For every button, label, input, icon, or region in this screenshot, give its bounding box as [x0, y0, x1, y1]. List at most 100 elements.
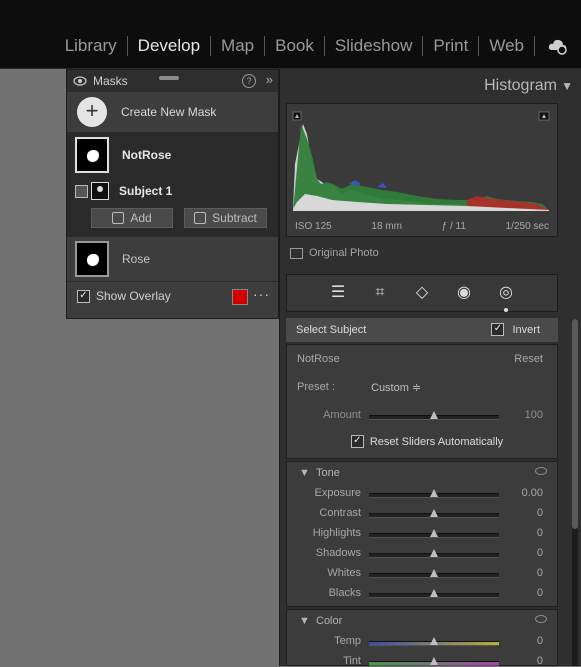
- slider-thumb[interactable]: [430, 549, 438, 557]
- slider-thumb[interactable]: [430, 569, 438, 577]
- edit-sliders-icon[interactable]: ☰: [328, 283, 348, 303]
- slider-label: Blacks: [328, 587, 361, 599]
- add-button[interactable]: Add: [91, 208, 173, 228]
- slider-value[interactable]: 0: [537, 507, 543, 519]
- show-overlay-row: ✓ Show Overlay ···: [67, 282, 278, 310]
- slider-track[interactable]: [369, 589, 499, 598]
- color-section-title[interactable]: ▼ Color: [299, 615, 342, 627]
- overlay-color-swatch[interactable]: [232, 289, 248, 305]
- slider-value[interactable]: 0: [537, 635, 543, 647]
- more-options-icon[interactable]: ···: [253, 286, 270, 302]
- component-toggle-icon[interactable]: [75, 184, 88, 198]
- slider-track[interactable]: [369, 569, 499, 578]
- slider-track[interactable]: [369, 657, 499, 666]
- slider-value[interactable]: 0: [537, 527, 543, 539]
- histogram-graph[interactable]: ISO 125 18 mm ƒ / 11 1/250 sec: [286, 103, 558, 237]
- subtract-button[interactable]: Subtract: [184, 208, 267, 228]
- subtract-label: Subtract: [212, 211, 257, 225]
- add-mask-icon: [112, 212, 125, 224]
- slider-value[interactable]: 0: [537, 567, 543, 579]
- reset-sliders-label: Reset Sliders Automatically: [369, 435, 504, 448]
- slider-label: Contrast: [319, 507, 361, 519]
- slider-thumb[interactable]: [430, 657, 438, 665]
- healing-eraser-icon[interactable]: ◇: [412, 283, 432, 303]
- select-subject-label: Select Subject: [296, 324, 367, 336]
- mask-group-notrose[interactable]: NotRose Subject 1 Add Subtract: [67, 133, 278, 237]
- slider-thumb[interactable]: [430, 411, 438, 419]
- red-eye-icon[interactable]: ◉: [454, 283, 474, 303]
- color-section: ▼ Color Temp 0 Tint 0: [286, 609, 558, 667]
- module-slideshow[interactable]: Slideshow: [325, 32, 423, 60]
- add-label: Add: [130, 211, 152, 225]
- slider-thumb[interactable]: [430, 529, 438, 537]
- right-panel: Histogram ▼ ISO 125 18 mm ƒ / 11 1/250 s…: [279, 69, 581, 667]
- collapse-icon[interactable]: »: [266, 72, 273, 87]
- help-icon[interactable]: ?: [242, 74, 256, 88]
- tone-title: Tone: [316, 467, 340, 479]
- amount-slider[interactable]: [369, 411, 499, 420]
- slider-value[interactable]: 0: [537, 547, 543, 559]
- plus-icon[interactable]: +: [77, 97, 107, 127]
- tone-section-title[interactable]: ▼ Tone: [299, 467, 340, 479]
- invert-toggle[interactable]: ✓ Invert: [491, 323, 540, 336]
- module-develop[interactable]: Develop: [128, 32, 210, 60]
- slider-thumb[interactable]: [430, 509, 438, 517]
- module-map[interactable]: Map: [211, 32, 264, 60]
- reset-sliders-checkbox[interactable]: ✓: [350, 435, 364, 448]
- show-overlay-checkbox[interactable]: ✓: [77, 289, 90, 303]
- masking-icon[interactable]: ◎: [496, 283, 516, 312]
- eye-icon[interactable]: [73, 76, 87, 86]
- module-print[interactable]: Print: [423, 32, 478, 60]
- mask-thumbnail[interactable]: [75, 241, 109, 277]
- mask-name-label: NotRose: [297, 353, 340, 365]
- select-subject-bar[interactable]: Select Subject ✓ Invert: [286, 318, 558, 342]
- slider-track[interactable]: [369, 509, 499, 518]
- slider-label: Highlights: [312, 527, 361, 539]
- slider-label: Whites: [327, 567, 361, 579]
- preset-dropdown[interactable]: Custom ≑: [371, 381, 421, 394]
- histogram-title[interactable]: Histogram: [484, 77, 557, 95]
- masks-panel-header[interactable]: Masks ? »: [67, 70, 278, 92]
- module-library[interactable]: Library: [55, 32, 127, 60]
- invert-checkbox[interactable]: ✓: [491, 323, 505, 336]
- mask-thumbnail[interactable]: [75, 137, 109, 173]
- reset-button[interactable]: Reset: [514, 353, 543, 365]
- drag-handle[interactable]: [159, 76, 179, 80]
- color-title: Color: [316, 615, 343, 627]
- amount-value[interactable]: 100: [525, 409, 543, 421]
- slider-label: Shadows: [315, 547, 361, 559]
- module-web[interactable]: Web: [479, 32, 534, 60]
- amount-label: Amount: [323, 409, 361, 421]
- eye-icon[interactable]: [535, 615, 547, 623]
- scrollbar-thumb[interactable]: [572, 319, 578, 529]
- mask-name: NotRose: [122, 148, 172, 162]
- tool-strip: ☰ ⌗ ◇ ◉ ◎: [286, 274, 558, 312]
- subject-component-row[interactable]: Subject 1: [75, 180, 172, 202]
- slider-track[interactable]: [369, 637, 499, 646]
- slider-track[interactable]: [369, 529, 499, 538]
- slider-track[interactable]: [369, 549, 499, 558]
- create-new-mask-row[interactable]: + Create New Mask: [67, 92, 278, 133]
- slider-value[interactable]: 0: [537, 655, 543, 667]
- slider-track[interactable]: [369, 489, 499, 498]
- panel-scrollbar[interactable]: [572, 319, 578, 666]
- slider-thumb[interactable]: [430, 589, 438, 597]
- cloud-sync-icon[interactable]: [547, 35, 569, 57]
- slider-label: Exposure: [314, 487, 361, 499]
- original-photo-label: Original Photo: [309, 247, 379, 259]
- original-photo-toggle[interactable]: Original Photo: [290, 247, 379, 259]
- mask-properties: NotRose Reset Preset : Custom ≑ Amount 1…: [286, 344, 558, 459]
- mask-group-rose[interactable]: Rose: [67, 237, 278, 282]
- slider-value[interactable]: 0.00: [522, 487, 543, 499]
- module-book[interactable]: Book: [265, 32, 324, 60]
- original-photo-checkbox[interactable]: [290, 247, 303, 259]
- slider-thumb[interactable]: [430, 489, 438, 497]
- slider-thumb[interactable]: [430, 637, 438, 645]
- module-picker-bar: Library Develop Map Book Slideshow Print…: [0, 0, 581, 69]
- slider-value[interactable]: 0: [537, 587, 543, 599]
- crop-icon[interactable]: ⌗: [370, 283, 390, 303]
- slider-label: Temp: [334, 635, 361, 647]
- preset-label: Preset :: [297, 381, 335, 393]
- eye-icon[interactable]: [535, 467, 547, 475]
- collapse-triangle-icon[interactable]: ▼: [561, 79, 573, 93]
